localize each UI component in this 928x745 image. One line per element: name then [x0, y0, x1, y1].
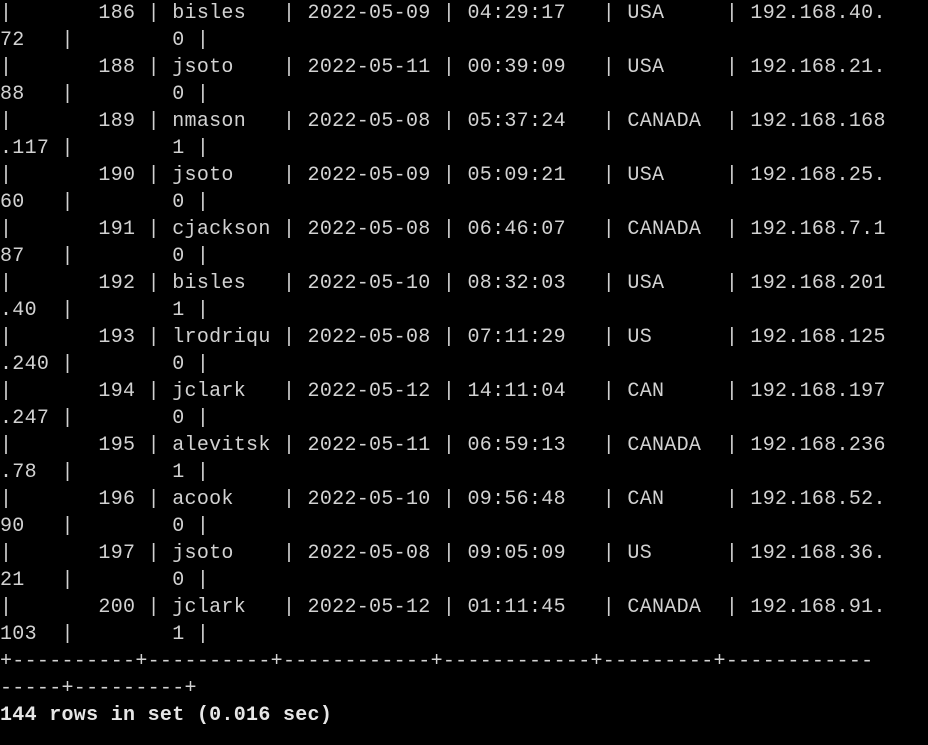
result-summary: 144 rows in set (0.016 sec) — [0, 704, 333, 727]
output-line: | 188 | jsoto | 2022-05-11 | 00:39:09 | … — [0, 56, 886, 79]
output-line: 72 | 0 | — [0, 29, 210, 52]
terminal-window[interactable]: | 186 | bisles | 2022-05-09 | 04:29:17 |… — [0, 0, 928, 745]
output-line: | 200 | jclark | 2022-05-12 | 01:11:45 |… — [0, 596, 886, 619]
output-line: 90 | 0 | — [0, 515, 210, 538]
output-line: .78 | 1 | — [0, 461, 210, 484]
output-line: | 191 | cjackson | 2022-05-08 | 06:46:07… — [0, 218, 886, 241]
output-line: | 196 | acook | 2022-05-10 | 09:56:48 | … — [0, 488, 886, 511]
table-border-line: +----------+----------+------------+----… — [0, 650, 874, 673]
output-line: .117 | 1 | — [0, 137, 210, 160]
output-line: 88 | 0 | — [0, 83, 210, 106]
output-line: 21 | 0 | — [0, 569, 210, 592]
output-line: | 197 | jsoto | 2022-05-08 | 09:05:09 | … — [0, 542, 886, 565]
output-line: | 193 | lrodriqu | 2022-05-08 | 07:11:29… — [0, 326, 886, 349]
output-line: .240 | 0 | — [0, 353, 210, 376]
output-line: | 195 | alevitsk | 2022-05-11 | 06:59:13… — [0, 434, 886, 457]
output-line: .247 | 0 | — [0, 407, 210, 430]
output-line: 87 | 0 | — [0, 245, 210, 268]
output-line: 60 | 0 | — [0, 191, 210, 214]
output-line: | 189 | nmason | 2022-05-08 | 05:37:24 |… — [0, 110, 886, 133]
output-line: | 192 | bisles | 2022-05-10 | 08:32:03 |… — [0, 272, 886, 295]
output-line: | 186 | bisles | 2022-05-09 | 04:29:17 |… — [0, 2, 886, 25]
output-line: | 194 | jclark | 2022-05-12 | 14:11:04 |… — [0, 380, 886, 403]
table-border-line: -----+---------+ — [0, 677, 197, 700]
output-line: .40 | 1 | — [0, 299, 210, 322]
output-line: | 190 | jsoto | 2022-05-09 | 05:09:21 | … — [0, 164, 886, 187]
output-line: 103 | 1 | — [0, 623, 210, 646]
